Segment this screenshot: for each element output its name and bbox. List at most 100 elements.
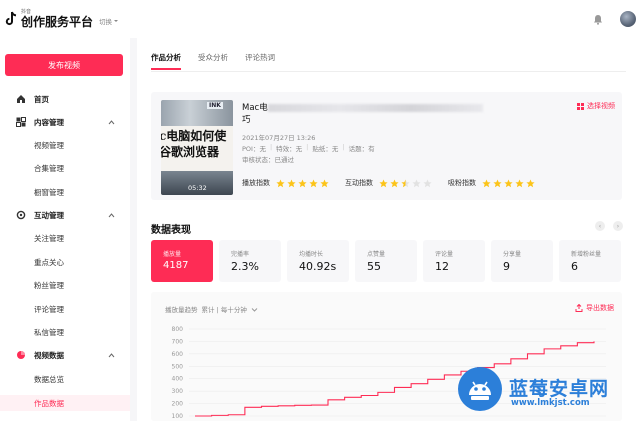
y-tick-label: 600 [172,351,184,358]
export-icon [575,304,583,312]
tab-comment-hotwords[interactable]: 评论热词 [245,52,275,70]
sidebar-item-label: 视频管理 [34,140,64,150]
thumbnail-label: INK [207,102,223,109]
sidebar-item-data-overview[interactable]: 数据总览 [0,371,130,387]
sidebar-item-video-manage[interactable]: 视频管理 [0,137,130,153]
y-tick-label: 400 [172,376,184,383]
select-video-button[interactable]: 选择视频 [577,101,615,111]
sidebar-item-home[interactable]: 首页 [0,91,130,107]
redacted-title [267,103,483,112]
rating-label: 互动指数 [345,179,373,187]
y-tick-label: 500 [172,363,184,370]
sidebar-item-fans-manage[interactable]: 粉丝管理 [0,277,130,293]
ratings-row: 播放指数 互动指数 吸粉指数 [242,178,551,188]
star-icon [309,179,318,187]
tab-bar: 作品分析 受众分析 评论热词 [151,52,275,70]
watermark-url: www.lmkjst.com [511,398,590,408]
chart-title: 播放量趋势 [165,306,198,314]
sidebar-item-interaction[interactable]: 互动管理 [0,207,130,223]
metric-card[interactable]: 分享量 9 [491,240,553,282]
meta-stickers: 贴纸：无 [312,145,339,153]
metric-card[interactable]: 评论量 12 [423,240,485,282]
sidebar-item-label: 视频数据 [34,350,64,360]
publish-video-button[interactable]: 发布视频 [5,54,123,76]
star-icon [515,179,524,187]
chart-header: 播放量趋势 累计 | 每十分钟 [165,304,258,314]
metric-card[interactable]: 完播率 2.3% [219,240,281,282]
chevron-left-icon[interactable]: ‹ [595,221,605,231]
metric-label: 评论量 [435,251,454,258]
meta-poi: POI：无 [242,145,266,153]
video-title-start: Mac电 [242,103,268,113]
video-title: Mac电 巧 [242,102,512,126]
sidebar-item-label: 重点关心 [34,257,64,267]
metric-card[interactable]: 点赞量 55 [355,240,417,282]
metrics-row: 播放量 4187 完播率 2.3% 均播时长 40.92s 点赞量 55 评论量 12 分享量 9 新增… [151,240,621,282]
metric-card[interactable]: 均播时长 40.92s [287,240,349,282]
chevron-up-icon [108,119,115,124]
export-data-button[interactable]: 导出数据 [575,303,614,313]
brand-title: 创作服务平台 [21,15,94,29]
rating-label: 播放指数 [242,179,270,187]
brand: 抖音 创作服务平台 [21,10,94,29]
thumbnail-header: INK [161,100,233,126]
watermark: 蓝莓安卓网 www.lmkjst.com [455,360,640,421]
sidebar-item-content[interactable]: 内容管理 [0,114,130,130]
star-icon [276,179,285,187]
chevron-up-icon [108,212,115,217]
sidebar-item-label: 私信管理 [34,327,64,337]
metric-card[interactable]: 播放量 4187 [151,240,213,282]
interaction-icon [16,210,26,220]
chevron-right-icon[interactable]: › [613,221,623,231]
sidebar-item-window-manage[interactable]: 橱窗管理 [0,184,130,200]
star-icon [320,179,329,187]
y-tick-label: 700 [172,338,184,345]
tab-audience-analysis[interactable]: 受众分析 [198,52,228,70]
tab-works-analysis[interactable]: 作品分析 [151,52,181,70]
video-meta: POI：无 | 特效：无 | 贴纸：无 | 话题：有 [242,143,375,153]
star-icon [482,179,491,187]
chevron-down-icon[interactable] [251,306,258,313]
sidebar-item-follow-manage[interactable]: 关注管理 [0,230,130,246]
switch-account[interactable]: 切换 [99,16,119,26]
metric-value: 12 [435,260,449,273]
avatar[interactable] [620,11,636,27]
rating-item: 吸粉指数 [448,178,537,188]
sidebar-item-label: 橱窗管理 [34,187,64,197]
rating-item: 播放指数 [242,178,331,188]
sidebar-item-comment-manage[interactable]: 评论管理 [0,301,130,317]
sidebar-item-key-care[interactable]: 重点关心 [0,254,130,270]
star-icon [526,179,535,187]
star-icon [287,179,296,187]
thumbnail-text: 谷歌浏览器 [161,145,220,159]
video-thumbnail[interactable]: INK c电脑如何使 谷歌浏览器 05:32 [161,100,233,195]
bell-icon[interactable] [593,14,603,25]
sidebar-item-works-data[interactable]: 作品数据 [0,395,130,411]
star-icon [423,179,432,187]
switch-label: 切换 [99,17,113,26]
sidebar-item-message-manage[interactable]: 私信管理 [0,324,130,340]
sidebar-item-label: 首页 [34,94,49,104]
metric-label: 分享量 [503,251,522,258]
metric-value: 6 [571,260,578,273]
metric-value: 40.92s [299,260,337,273]
metric-card[interactable]: 新增粉丝量 6 [559,240,621,282]
chart-mode[interactable]: 累计 | 每十分钟 [202,304,247,314]
douyin-logo-icon[interactable] [4,11,18,27]
video-card: INK c电脑如何使 谷歌浏览器 05:32 Mac电 巧 2021年07月27… [151,92,622,200]
metric-label: 均播时长 [299,251,324,258]
video-title-end: 巧 [242,115,251,125]
y-tick-label: 100 [172,413,184,420]
metric-label: 点赞量 [367,251,386,258]
sidebar: 发布视频 首页 内容管理 视频管理 合集管理 橱窗管理 互动管理 关注管理 重点… [0,38,130,421]
watermark-name: 蓝莓安卓网 [509,378,610,400]
data-pie-icon [16,350,26,360]
video-duration: 05:32 [188,184,207,192]
sidebar-item-collection-manage[interactable]: 合集管理 [0,160,130,176]
sidebar-item-label: 评论管理 [34,304,64,314]
sidebar-item-video-data[interactable]: 视频数据 [0,347,130,363]
metric-value: 2.3% [231,260,259,273]
metric-nav: ‹ › [595,221,623,231]
chevron-up-icon [108,352,115,357]
sidebar-item-label: 数据总览 [34,374,64,384]
